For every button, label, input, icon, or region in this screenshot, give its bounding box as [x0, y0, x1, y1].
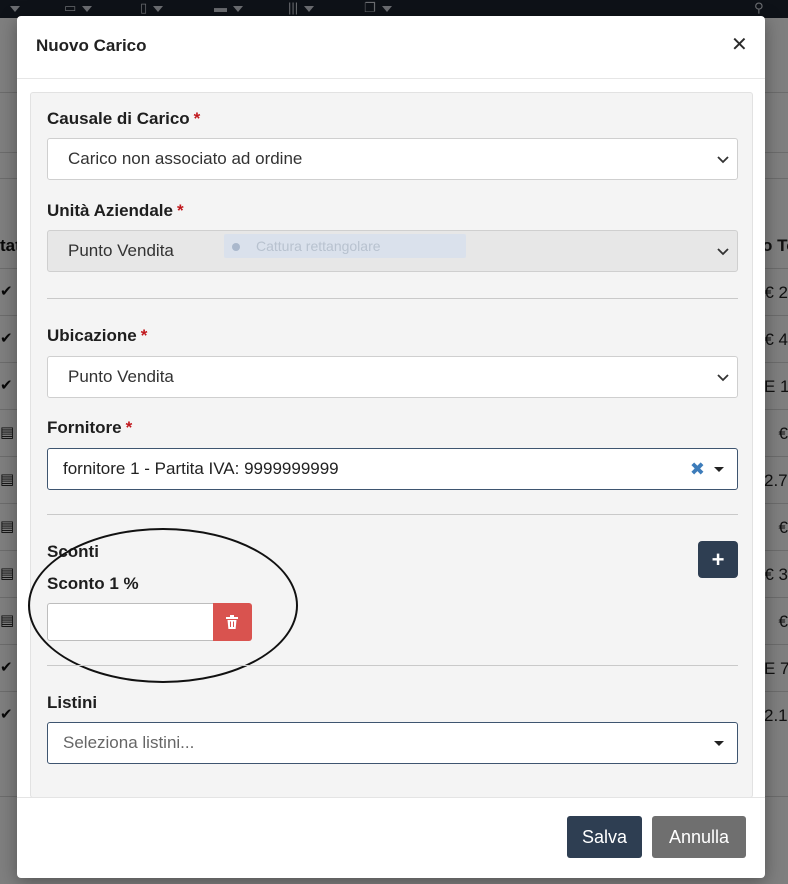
listini-select[interactable]: Seleziona listini...	[47, 722, 738, 764]
screen-capture-ghost: Cattura rettangolare	[224, 234, 466, 258]
unita-label: Unità Aziendale *	[47, 201, 184, 221]
caret-down-icon	[714, 741, 724, 746]
close-icon[interactable]: ✕	[731, 35, 748, 55]
divider	[47, 298, 738, 299]
ubicazione-select-value: Punto Vendita	[68, 367, 174, 386]
clear-icon[interactable]: ✖	[690, 449, 705, 489]
causale-select[interactable]: Carico non associato ad ordine	[47, 138, 738, 180]
unita-select-value: Punto Vendita	[68, 241, 174, 260]
sconto-1-input[interactable]	[47, 603, 214, 641]
divider	[47, 514, 738, 515]
delete-discount-button[interactable]	[213, 603, 252, 641]
chevron-down-icon	[717, 156, 729, 164]
caret-down-icon	[714, 467, 724, 472]
fornitore-label-text: Fornitore	[47, 418, 122, 437]
modal-footer-divider	[17, 797, 765, 798]
ubicazione-label-text: Ubicazione	[47, 326, 137, 345]
required-marker: *	[176, 201, 184, 220]
capture-dot-icon	[232, 243, 240, 252]
trash-icon	[226, 615, 238, 629]
required-marker: *	[125, 418, 133, 437]
screen-capture-ghost-text: Cattura rettangolare	[256, 238, 381, 254]
add-discount-button[interactable]: +	[698, 541, 738, 578]
unita-label-text: Unità Aziendale	[47, 201, 173, 220]
chevron-down-icon	[717, 374, 729, 382]
sconto-1-label: Sconto 1 %	[47, 574, 139, 593]
modal-title: Nuovo Carico	[36, 36, 147, 55]
causale-label-text: Causale di Carico	[47, 109, 190, 128]
fornitore-label: Fornitore *	[47, 418, 132, 438]
save-button[interactable]: Salva	[567, 816, 642, 858]
required-marker: *	[193, 109, 201, 128]
causale-select-value: Carico non associato ad ordine	[68, 149, 303, 168]
chevron-down-icon	[717, 248, 729, 256]
fornitore-select-value: fornitore 1 - Partita IVA: 9999999999	[63, 459, 339, 478]
ubicazione-select[interactable]: Punto Vendita	[47, 356, 738, 398]
form-body: Causale di Carico * Carico non associato …	[28, 92, 753, 798]
listini-label: Listini	[47, 693, 98, 712]
causale-label: Causale di Carico *	[47, 109, 200, 129]
divider	[47, 665, 738, 666]
nuovo-carico-dialog: Nuovo Carico ✕ Causale di Carico * Carico…	[17, 16, 765, 878]
sconti-label: Sconti	[47, 542, 99, 561]
listini-placeholder: Seleziona listini...	[63, 733, 195, 752]
ubicazione-label: Ubicazione *	[47, 326, 147, 346]
required-marker: *	[140, 326, 148, 345]
modal-header: Nuovo Carico ✕	[17, 16, 765, 79]
cancel-button[interactable]: Annulla	[652, 816, 746, 858]
fornitore-select[interactable]: fornitore 1 - Partita IVA: 9999999999 ✖	[47, 448, 738, 490]
